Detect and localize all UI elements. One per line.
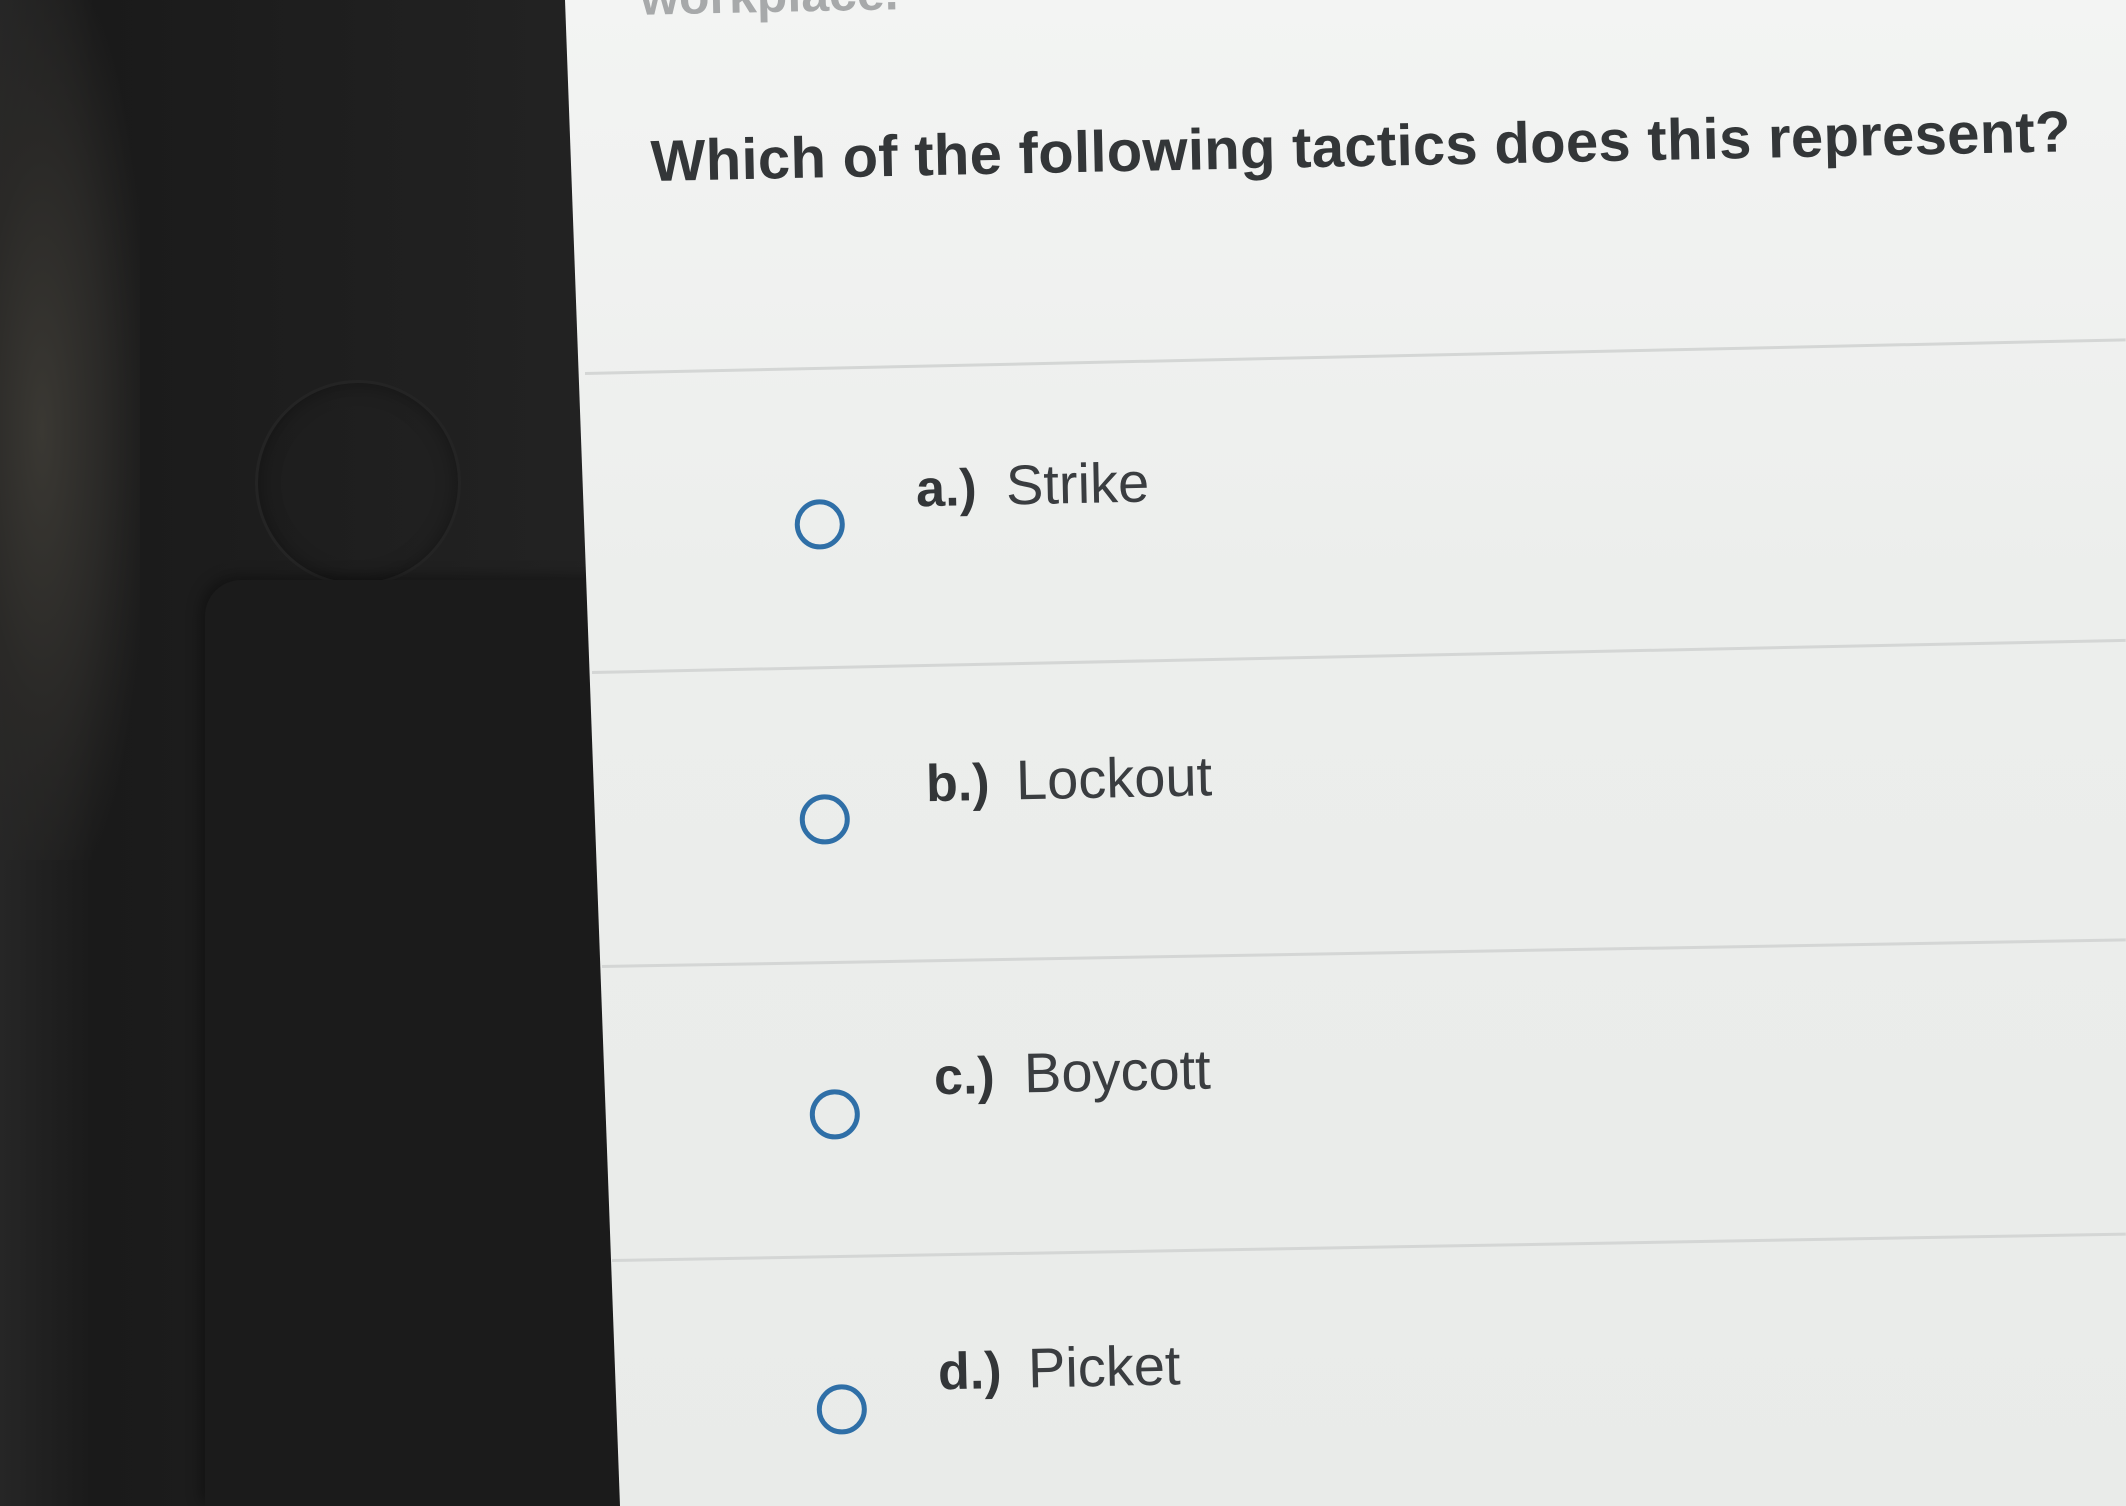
bezel-tab xyxy=(205,580,625,1506)
bezel-shadow xyxy=(0,0,140,860)
quiz-screen xyxy=(565,0,2126,1506)
bezel-ring xyxy=(255,380,461,586)
option-letter: b.) xyxy=(925,753,991,814)
option-letter: c.) xyxy=(933,1047,996,1107)
option-letter: a.) xyxy=(915,459,978,519)
device-bezel xyxy=(0,0,625,1506)
option-label: Strike xyxy=(1005,450,1150,517)
option-label: Lockout xyxy=(1015,744,1213,812)
option-label: Boycott xyxy=(1023,1037,1212,1105)
option-letter: d.) xyxy=(937,1342,1003,1402)
option-label: Picket xyxy=(1027,1333,1182,1400)
